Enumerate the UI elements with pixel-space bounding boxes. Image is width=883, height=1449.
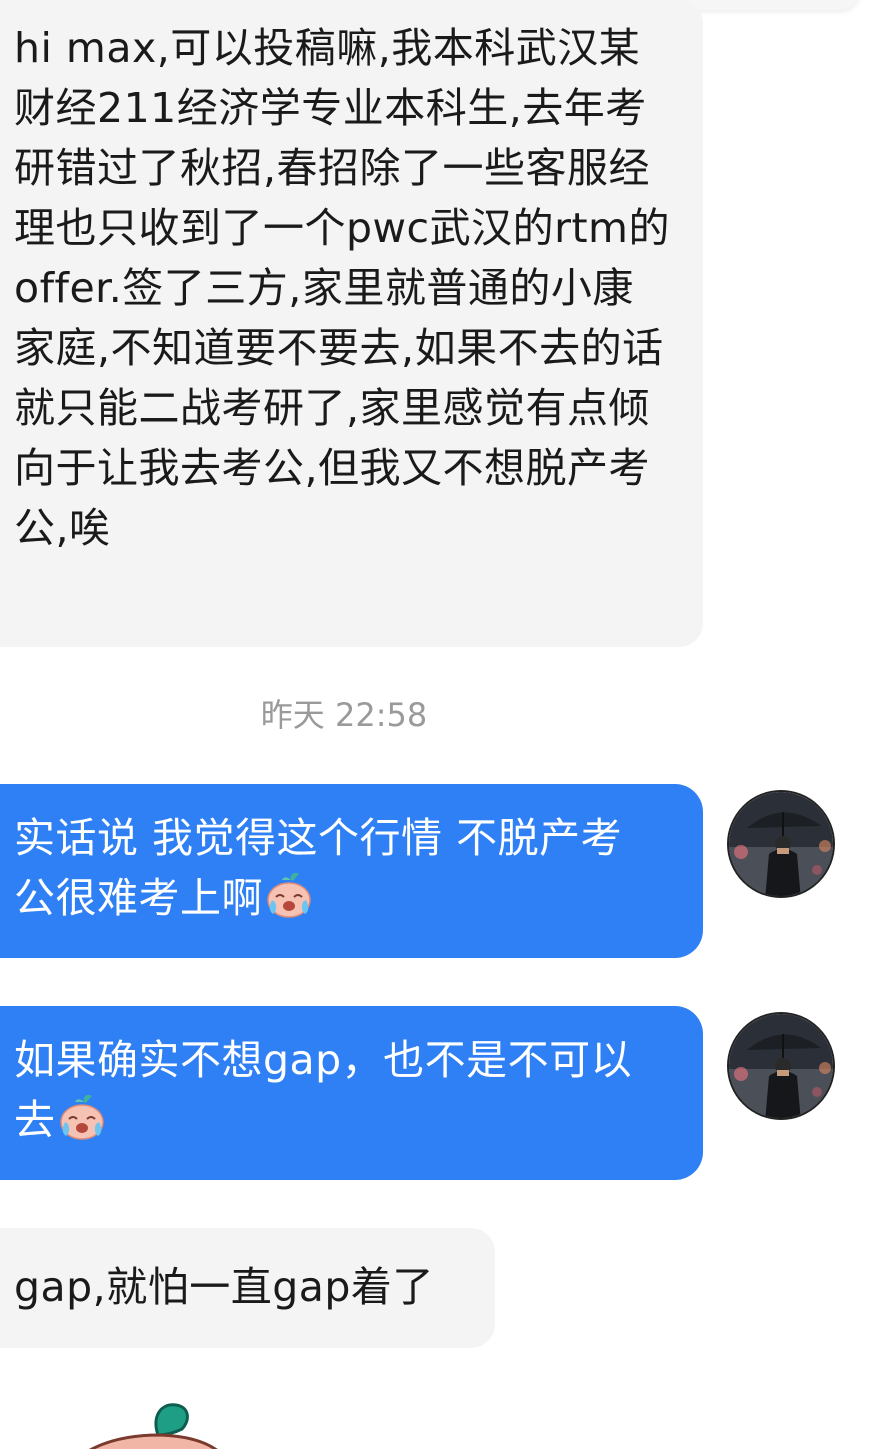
crying-face-emoji-icon [263, 870, 315, 920]
chat-screen: hi max,可以投稿嘛,我本科武汉某财经211经济学专业本科生,去年考研错过了… [0, 0, 883, 1449]
crying-face-emoji-icon [56, 1092, 108, 1142]
message-text: gap,就怕一直gap着了 [14, 1263, 434, 1311]
message-text: 实话说 我觉得这个行情 不脱产考公很难考上啊 [14, 814, 623, 922]
man-with-umbrella-icon [729, 1014, 833, 1118]
message-text: hi max,可以投稿嘛,我本科武汉某财经211经济学专业本科生,去年考研错过了… [14, 24, 670, 552]
avatar[interactable] [727, 1012, 835, 1120]
man-with-umbrella-icon [729, 792, 833, 896]
message-bubble-outgoing[interactable]: 如果确实不想gap，也不是不可以去 [0, 1006, 703, 1180]
message-bubble-incoming[interactable]: hi max,可以投稿嘛,我本科武汉某财经211经济学专业本科生,去年考研错过了… [0, 0, 703, 647]
message-timestamp: 昨天 22:58 [260, 696, 428, 734]
message-bubble-incoming[interactable]: gap,就怕一直gap着了 [0, 1228, 495, 1348]
avatar[interactable] [727, 790, 835, 898]
crying-radish-sticker-icon[interactable] [40, 1395, 240, 1449]
message-bubble-outgoing[interactable]: 实话说 我觉得这个行情 不脱产考公很难考上啊 [0, 784, 703, 958]
